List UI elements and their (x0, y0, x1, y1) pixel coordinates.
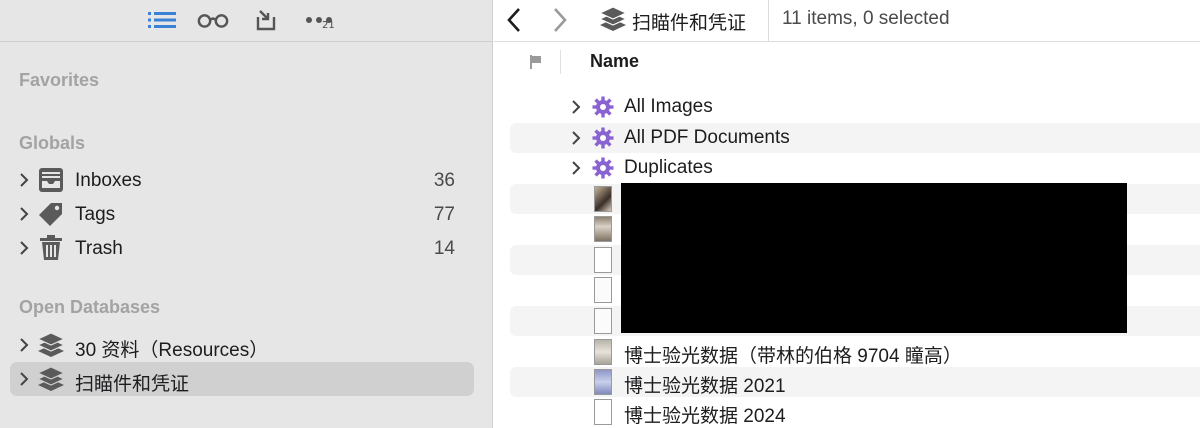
selection-status: 11 items, 0 selected (782, 8, 950, 29)
list-view-icon[interactable] (146, 6, 178, 34)
chevron-right-icon[interactable] (18, 338, 30, 352)
row-label: 博士验光数据 2024 (624, 406, 786, 427)
section-globals: Globals (19, 133, 86, 153)
sidebar-item-label: Tags (75, 204, 116, 225)
chevron-right-icon[interactable] (570, 161, 582, 175)
sidebar-item-label: 30 资料（Resources） (75, 340, 269, 361)
sidebar-item-database-scans[interactable]: 扫瞄件和凭证 (10, 362, 474, 396)
document-thumbnail-icon (594, 399, 612, 425)
sidebar-item-trash[interactable]: Trash 14 (10, 231, 474, 265)
document-thumbnail-icon (594, 247, 612, 273)
document-thumbnail-icon (594, 369, 612, 395)
sidebar-item-label: Trash (75, 238, 123, 259)
tag-icon (39, 203, 62, 226)
inbox-icon (39, 168, 63, 192)
back-chevron-icon[interactable] (506, 7, 522, 33)
section-open-databases: Open Databases (19, 297, 161, 317)
photo-thumbnail-icon (594, 186, 612, 212)
row-label: 博士验光数据 2021 (624, 376, 786, 397)
chevron-right-icon[interactable] (18, 207, 30, 221)
trash-icon (40, 235, 62, 260)
row-label: Duplicates (624, 157, 713, 178)
forward-chevron-icon[interactable] (552, 7, 568, 33)
document-thumbnail-icon (594, 339, 612, 365)
item-count: 77 (433, 204, 455, 225)
column-divider[interactable] (560, 50, 561, 74)
list-row-document[interactable]: 博士验光数据 2021 (494, 367, 1200, 397)
reading-glasses-icon[interactable] (197, 6, 229, 34)
document-thumbnail-icon (594, 308, 612, 334)
more-actions-badge: 21 (322, 20, 335, 31)
row-label: All PDF Documents (624, 127, 790, 148)
row-label: 博士验光数据（带林的伯格 9704 瞳高） (624, 346, 962, 367)
smart-group-gear-icon (592, 127, 614, 149)
chevron-right-icon[interactable] (570, 131, 582, 145)
list-row-smart-group[interactable]: All PDF Documents (494, 123, 1200, 153)
sidebar: 21 Favorites Globals Inboxes 36 Tags 77 (0, 0, 493, 428)
chevron-right-icon[interactable] (18, 173, 30, 187)
database-stack-icon (599, 6, 627, 31)
sidebar-item-label: Inboxes (75, 170, 142, 191)
smart-group-gear-icon (592, 96, 614, 118)
sidebar-item-database-resources[interactable]: 30 资料（Resources） (10, 328, 474, 362)
item-count: 36 (433, 170, 455, 191)
row-label: All Images (624, 96, 713, 117)
list-row-smart-group[interactable]: Duplicates (494, 153, 1200, 183)
list-row-smart-group[interactable]: All Images (494, 92, 1200, 122)
item-count: 14 (433, 238, 455, 259)
list-row-document[interactable]: 博士验光数据 2024 (494, 397, 1200, 427)
smart-group-gear-icon (592, 157, 614, 179)
sidebar-item-inboxes[interactable]: Inboxes 36 (10, 163, 474, 197)
database-stack-icon (37, 366, 65, 391)
chevron-right-icon[interactable] (18, 241, 30, 255)
section-favorites: Favorites (19, 70, 100, 90)
photo-thumbnail-icon (594, 216, 612, 242)
sidebar-item-tags[interactable]: Tags 77 (10, 197, 474, 231)
flag-column-icon[interactable] (528, 54, 544, 70)
redacted-region (621, 183, 1127, 333)
column-header-name[interactable]: Name (590, 51, 639, 72)
chevron-right-icon[interactable] (570, 100, 582, 114)
toolbar-divider (768, 0, 769, 42)
sidebar-toolbar: 21 (0, 0, 493, 42)
sidebar-item-label: 扫瞄件和凭证 (75, 374, 190, 395)
chevron-right-icon[interactable] (18, 372, 30, 386)
move-to-icon[interactable] (250, 6, 282, 34)
database-stack-icon (37, 332, 65, 357)
document-thumbnail-icon (594, 277, 612, 303)
list-row-document[interactable]: 博士验光数据（带林的伯格 9704 瞳高） (494, 337, 1200, 367)
database-title: 扫瞄件和凭证 (632, 13, 747, 34)
